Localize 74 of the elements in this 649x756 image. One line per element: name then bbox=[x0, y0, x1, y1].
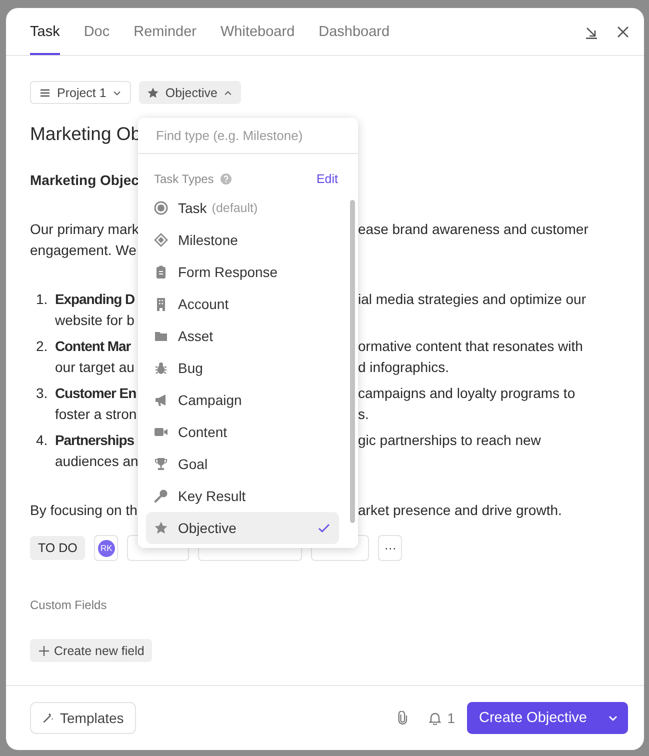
text-line: audiences an bbox=[55, 452, 138, 471]
key-icon bbox=[154, 489, 168, 503]
type-option[interactable]: Goal bbox=[146, 448, 339, 480]
star-icon bbox=[154, 521, 168, 535]
section-label: Custom Fields bbox=[30, 598, 108, 612]
text-line: gic partnerships to reach new bbox=[358, 431, 541, 450]
type-option[interactable]: Task (default) bbox=[146, 192, 339, 224]
text-line: arket presence and drive growth. bbox=[358, 501, 563, 520]
type-chip[interactable]: Objective bbox=[139, 81, 242, 104]
bug-icon bbox=[154, 361, 168, 375]
create-field-button[interactable]: Create new field bbox=[30, 639, 152, 662]
folder-icon bbox=[154, 329, 168, 343]
list-icon bbox=[39, 86, 51, 98]
text-line: campaigns and loyalty programs to bbox=[358, 384, 576, 403]
text-line: website for b bbox=[55, 311, 136, 330]
text-line: engagement. We bbox=[30, 241, 138, 260]
type-option[interactable]: Key Result bbox=[146, 480, 339, 512]
clipboard-icon bbox=[154, 265, 168, 279]
tab[interactable]: Reminder bbox=[134, 8, 196, 55]
text-line: d infographics. bbox=[358, 358, 450, 377]
bell-icon bbox=[428, 711, 442, 725]
text-line: Our primary mark bbox=[30, 220, 138, 239]
scrollbar[interactable] bbox=[350, 200, 355, 523]
text-line: Customer En bbox=[55, 384, 138, 403]
search-field[interactable]: Find type (e.g. Milestone) bbox=[138, 118, 358, 154]
type-option[interactable]: Form Response bbox=[146, 256, 339, 288]
magic-wand-icon bbox=[42, 712, 54, 724]
radio-icon bbox=[154, 201, 168, 215]
tab[interactable]: Dashboard bbox=[318, 8, 390, 55]
list-number: 1. bbox=[35, 290, 49, 309]
type-option[interactable]: Bug bbox=[146, 352, 339, 384]
plus-icon bbox=[38, 644, 50, 656]
more-button[interactable]: ··· bbox=[378, 535, 402, 561]
close-icon[interactable] bbox=[616, 24, 630, 38]
check-icon bbox=[317, 521, 331, 535]
diamond-icon bbox=[154, 233, 168, 247]
status-button[interactable]: TO DO bbox=[30, 536, 86, 560]
section-label: Task Types bbox=[154, 172, 214, 186]
text-line: Content Mar bbox=[55, 337, 132, 356]
type-option[interactable]: Milestone bbox=[146, 224, 339, 256]
text-line: foster a stron bbox=[55, 405, 138, 424]
video-camera-icon bbox=[154, 425, 168, 439]
text-line: By focusing on th bbox=[30, 501, 138, 520]
trophy-icon bbox=[154, 457, 168, 471]
type-option[interactable]: Account bbox=[146, 288, 339, 320]
templates-button[interactable]: Templates bbox=[30, 702, 136, 734]
edit-link[interactable]: Edit bbox=[316, 172, 338, 186]
type-option[interactable]: Objective bbox=[146, 512, 339, 544]
text-line: our target au bbox=[55, 358, 136, 377]
text-line: Partnerships bbox=[55, 431, 135, 450]
building-icon bbox=[154, 297, 168, 311]
list-number: 2. bbox=[35, 337, 49, 356]
assignee-button[interactable]: RK bbox=[94, 535, 118, 561]
list-number: 3. bbox=[35, 384, 49, 403]
text-line: s. bbox=[358, 405, 370, 424]
create-button[interactable]: Create Objective bbox=[467, 702, 599, 734]
location-chip[interactable]: Project 1 bbox=[30, 81, 132, 104]
text-line: Expanding D bbox=[55, 290, 136, 309]
type-option[interactable]: Content bbox=[146, 416, 339, 448]
minimize-arrow-icon[interactable] bbox=[584, 24, 598, 38]
tab[interactable]: Whiteboard bbox=[220, 8, 295, 55]
text-line: ormative content that resonates with bbox=[358, 337, 583, 356]
text-line: ial media strategies and optimize our bbox=[358, 290, 586, 309]
type-option[interactable]: Asset bbox=[146, 320, 339, 352]
type-option[interactable]: Campaign bbox=[146, 384, 339, 416]
reminders-button[interactable]: 1 bbox=[428, 710, 455, 726]
text-line: ease brand awareness and customer bbox=[358, 220, 590, 239]
avatar: RK bbox=[98, 540, 115, 556]
list-number: 4. bbox=[35, 431, 49, 450]
tab[interactable]: Task bbox=[30, 8, 60, 55]
tab[interactable]: Doc bbox=[84, 8, 110, 55]
star-icon bbox=[147, 86, 160, 98]
heading: Marketing Objec bbox=[30, 171, 139, 190]
megaphone-icon bbox=[154, 393, 168, 407]
